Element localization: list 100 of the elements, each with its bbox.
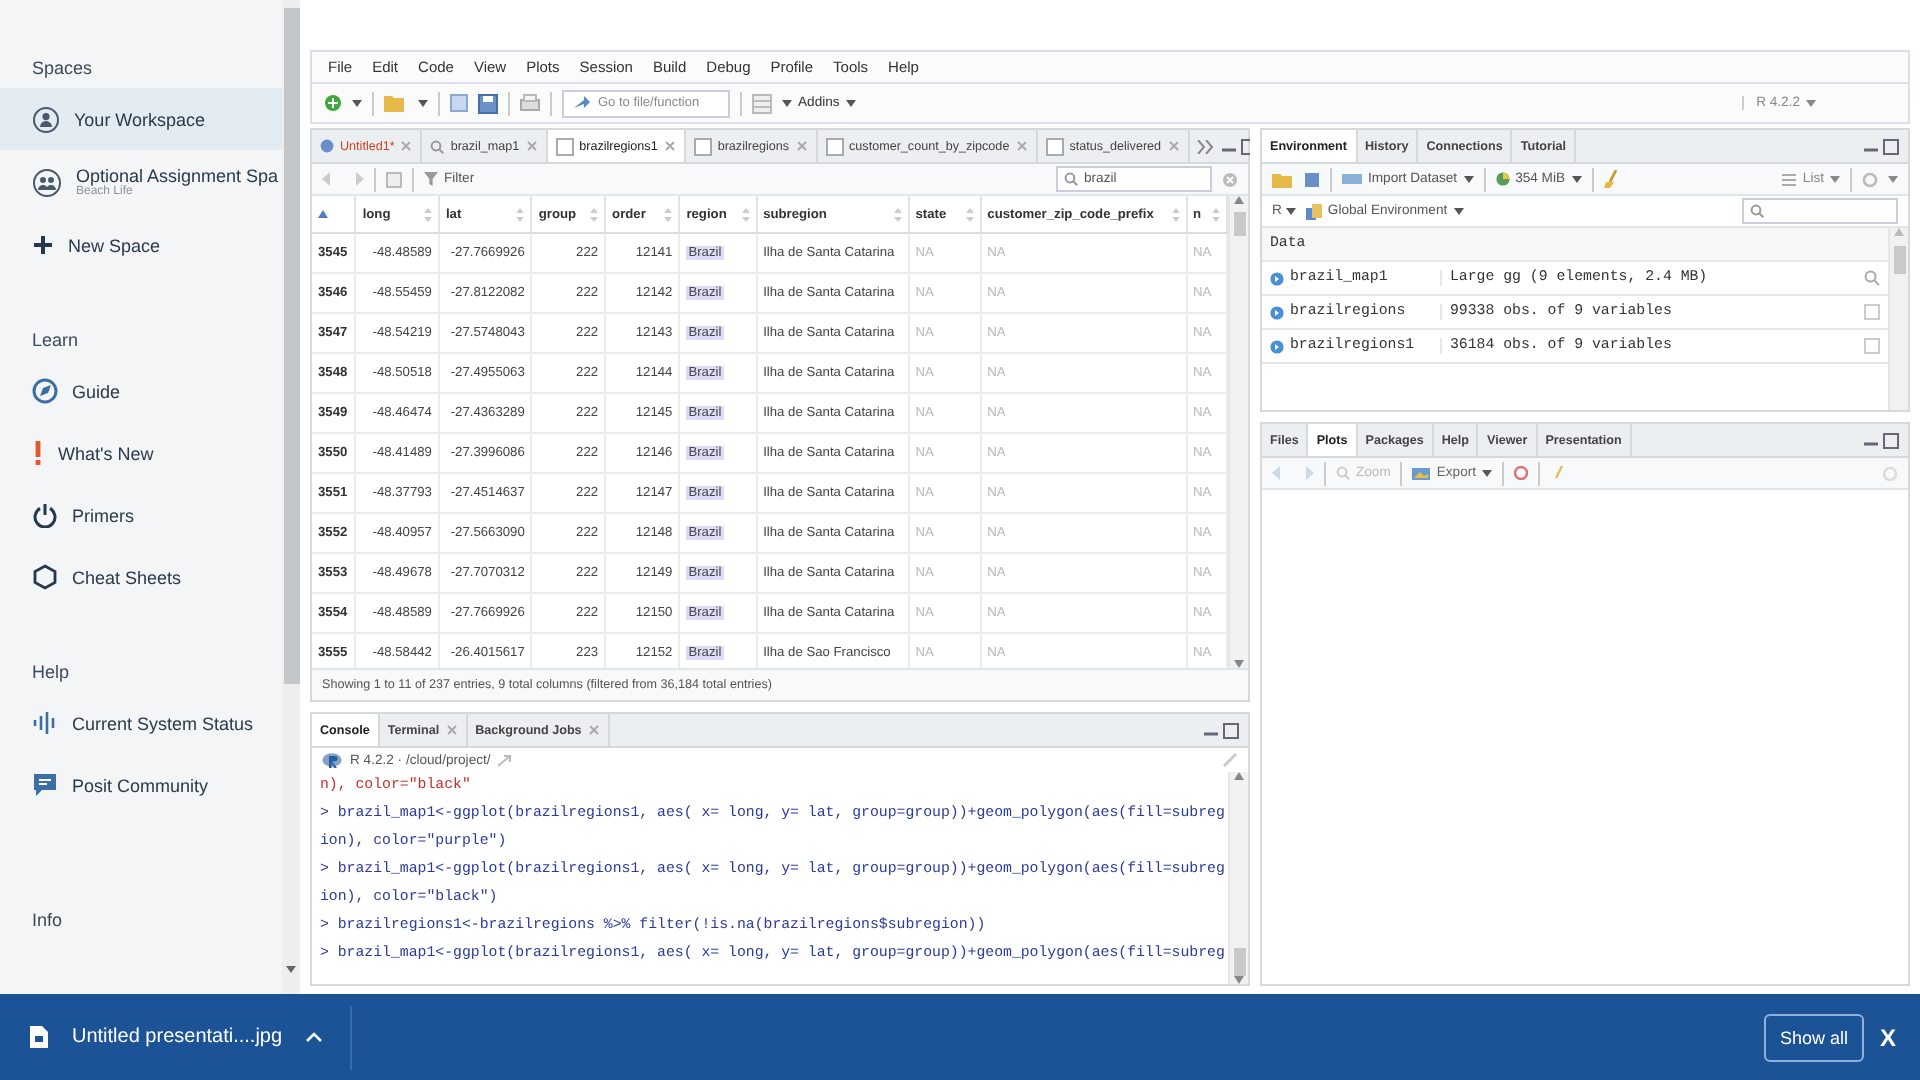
section-heading: Help <box>30 660 72 686</box>
refresh-icon[interactable] <box>1882 465 1898 481</box>
sort-icon[interactable] <box>965 207 974 221</box>
close-icon[interactable] <box>587 724 600 736</box>
show-all-button[interactable]: Show all <box>1763 1013 1864 1061</box>
close-icon[interactable] <box>795 140 808 152</box>
caret-icon[interactable] <box>845 99 856 107</box>
sort-icon[interactable] <box>1171 207 1180 221</box>
download-item[interactable]: Untitled presentati....jpg <box>72 1026 283 1048</box>
maximize-icon[interactable] <box>1882 431 1900 449</box>
close-icon[interactable] <box>663 140 676 152</box>
magnifier-icon <box>1336 466 1350 480</box>
object-icon <box>1270 305 1284 319</box>
caret-icon[interactable] <box>1571 175 1582 183</box>
table-icon[interactable] <box>1864 338 1880 354</box>
caret-icon[interactable] <box>1888 175 1898 183</box>
sidebar-item[interactable]: Guide <box>0 360 282 422</box>
r-logo-icon <box>322 752 342 768</box>
close-icon[interactable] <box>400 140 413 152</box>
close-icon[interactable] <box>1167 140 1180 152</box>
sort-icon[interactable] <box>590 207 599 221</box>
export-icon[interactable] <box>386 171 402 187</box>
sort-icon[interactable] <box>1212 207 1220 221</box>
pie-chart-icon <box>1495 172 1510 186</box>
save-icon[interactable] <box>450 94 468 112</box>
search-icon <box>1750 204 1764 218</box>
clear-console-icon[interactable] <box>1222 752 1238 768</box>
caret-icon[interactable] <box>1285 207 1296 215</box>
people-circle-icon <box>32 167 62 197</box>
sidebar-item[interactable]: Posit Community <box>0 754 282 816</box>
object-icon <box>1270 339 1284 353</box>
caret-icon[interactable] <box>1830 175 1840 183</box>
scrollbar-thumb[interactable] <box>1893 246 1905 274</box>
sidebar-item[interactable]: Primers <box>0 484 282 546</box>
object-icon <box>1270 271 1284 285</box>
table-icon <box>555 137 574 155</box>
sidebar-item[interactable]: Cheat Sheets <box>0 546 282 608</box>
grid-icon[interactable] <box>752 93 772 113</box>
sort-icon[interactable] <box>893 207 902 221</box>
power-icon <box>32 502 58 528</box>
folder-icon[interactable] <box>384 94 408 112</box>
broom-icon[interactable] <box>1550 465 1565 481</box>
print-icon[interactable] <box>520 94 540 112</box>
sort-ascending-icon[interactable] <box>318 210 328 218</box>
sidebar-item[interactable]: What's New <box>0 422 282 484</box>
scrollbar-thumb[interactable] <box>283 8 299 684</box>
export-image-icon <box>1412 465 1431 481</box>
new-file-icon[interactable] <box>324 94 342 112</box>
clear-icon[interactable] <box>1222 171 1238 187</box>
hexagon-icon <box>32 564 58 590</box>
close-icon[interactable] <box>525 140 538 152</box>
caret-icon[interactable] <box>352 99 362 107</box>
sidebar-item[interactable]: Current System Status <box>0 692 282 754</box>
scrollbar-thumb[interactable] <box>1233 212 1245 236</box>
close-button[interactable]: X <box>1879 1023 1896 1051</box>
search-icon[interactable] <box>1864 270 1880 286</box>
arrow-icon <box>574 96 590 110</box>
compass-icon <box>32 378 58 404</box>
user-circle-icon <box>32 105 60 133</box>
more-tabs-icon[interactable] <box>1195 139 1214 153</box>
delete-icon[interactable] <box>1514 466 1529 480</box>
broom-icon[interactable] <box>1603 170 1620 188</box>
table-icon[interactable] <box>1864 304 1880 320</box>
link-arrow-icon[interactable] <box>498 753 513 767</box>
sort-icon[interactable] <box>516 207 525 221</box>
scrollbar-thumb[interactable] <box>1233 948 1245 976</box>
caret-icon[interactable] <box>1463 175 1474 183</box>
caret-up-icon[interactable] <box>306 1032 323 1042</box>
filter-icon <box>424 172 438 186</box>
save-icon[interactable] <box>1304 171 1320 187</box>
sort-icon[interactable] <box>664 207 673 221</box>
caret-icon[interactable] <box>1482 469 1493 477</box>
maximize-icon[interactable] <box>1882 137 1900 155</box>
caret-icon[interactable] <box>1806 99 1816 107</box>
environment-icon <box>1305 203 1322 219</box>
list-icon <box>1782 173 1797 185</box>
index-header[interactable] <box>312 196 356 233</box>
section-heading: Spaces <box>30 56 95 82</box>
sidebar-item[interactable]: Your Workspace <box>0 88 282 150</box>
script-icon <box>320 138 334 154</box>
close-icon[interactable] <box>1015 140 1028 152</box>
section-heading: Learn <box>30 328 81 354</box>
save-all-icon[interactable] <box>478 93 498 113</box>
caret-icon[interactable] <box>418 99 428 107</box>
signal-bars-icon <box>32 710 58 736</box>
sort-icon[interactable] <box>741 207 750 221</box>
sidebar-item[interactable]: New Space <box>0 214 282 276</box>
close-icon[interactable] <box>445 724 458 736</box>
file-icon <box>30 1026 48 1048</box>
sort-icon[interactable] <box>423 207 432 221</box>
refresh-icon[interactable] <box>1862 171 1878 187</box>
maximize-icon[interactable] <box>1222 721 1240 739</box>
speech-bubble-icon <box>32 772 58 798</box>
section-heading: Info <box>30 908 65 934</box>
caret-icon[interactable] <box>782 99 792 107</box>
caret-icon[interactable] <box>286 966 296 974</box>
folder-icon[interactable] <box>1272 171 1294 187</box>
search-field[interactable] <box>1742 198 1898 224</box>
caret-icon[interactable] <box>1453 207 1464 215</box>
table-icon <box>825 137 844 155</box>
